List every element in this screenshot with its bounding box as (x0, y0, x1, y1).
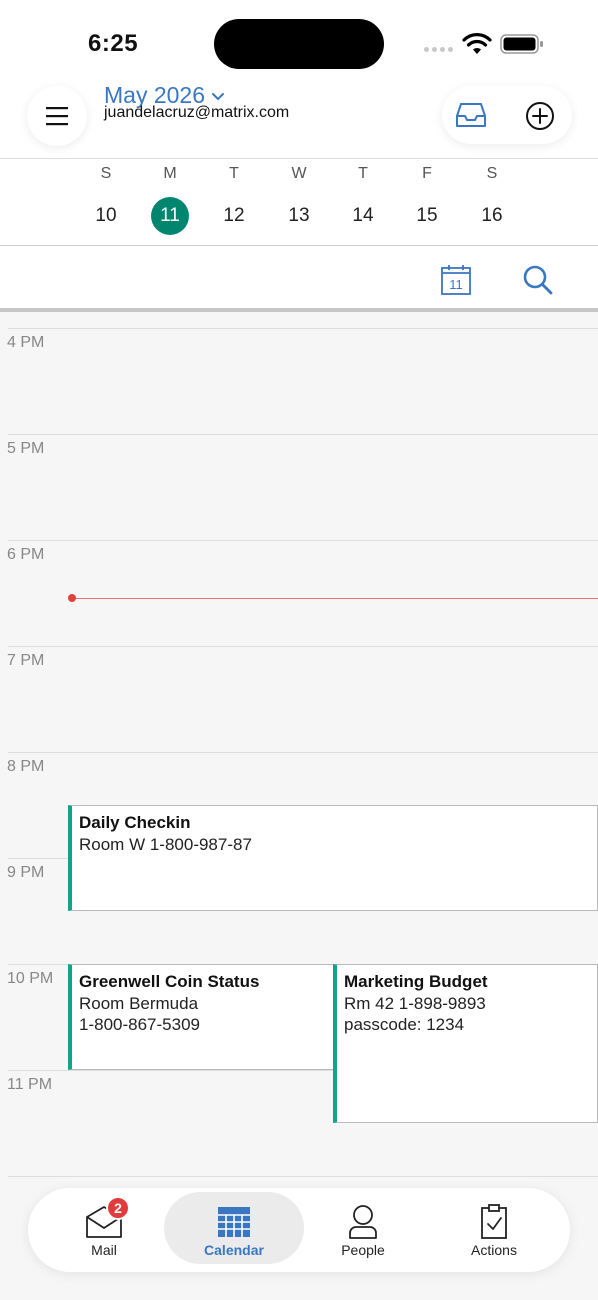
event-title: Daily Checkin (79, 813, 191, 832)
hour-divider (8, 1176, 598, 1177)
dynamic-island (214, 19, 384, 69)
day-number: 12 (223, 205, 245, 226)
status-time: 6:25 (88, 30, 139, 57)
weekday-label: T (358, 165, 368, 182)
hour-label: 7 PM (7, 652, 45, 669)
calendar-tab-icon (214, 1204, 254, 1240)
today-day-number: 11 (449, 277, 463, 292)
unread-badge: 2 (106, 1196, 130, 1220)
calendar-grid-icon (218, 1207, 250, 1237)
day-column[interactable]: S 10 (81, 159, 131, 235)
event-marketing-budget[interactable]: Marketing Budget Rm 42 1-898-9893 passco… (333, 964, 598, 1123)
day-number: 15 (416, 205, 438, 226)
hour-label: 8 PM (7, 758, 45, 775)
hour-divider (8, 752, 598, 753)
tab-actions[interactable]: Actions (424, 1192, 564, 1264)
day-number: 13 (288, 205, 310, 226)
weekday-label: F (422, 165, 432, 182)
tab-mail[interactable]: 2 Mail (34, 1192, 174, 1264)
day-number: 14 (352, 205, 374, 226)
hamburger-menu-icon (46, 107, 68, 126)
inbox-button[interactable] (450, 94, 492, 136)
day-number: 10 (95, 205, 117, 226)
event-title: Greenwell Coin Status (79, 972, 260, 991)
weekday-label: M (163, 165, 177, 182)
wifi-icon (462, 33, 492, 54)
chevron-down-icon (212, 92, 225, 100)
weekday-label: S (100, 165, 112, 182)
account-email: juandelacruz@matrix.com (104, 104, 290, 121)
inbox-tray-icon (456, 103, 486, 127)
event-detail: Room Bermuda 1-800-867-5309 (79, 994, 200, 1034)
day-column[interactable]: W 13 (274, 159, 324, 235)
hour-label: 10 PM (7, 970, 54, 987)
day-column[interactable]: T 14 (338, 159, 388, 235)
day-column[interactable]: F 15 (402, 159, 452, 235)
tab-calendar[interactable]: Calendar (164, 1192, 304, 1264)
day-number: 16 (481, 205, 503, 226)
person-icon (349, 1205, 377, 1239)
tab-label: Calendar (204, 1242, 264, 1258)
day-column[interactable]: S 16 (467, 159, 517, 235)
cellular-signal-icon (424, 47, 453, 52)
day-column[interactable]: T 12 (209, 159, 259, 235)
day-timeline[interactable]: 4 PM 5 PM 6 PM 7 PM 8 PM 9 PM 10 PM 11 P… (0, 316, 598, 1186)
hour-divider (8, 646, 598, 647)
today-calendar-icon[interactable]: 11 (440, 264, 472, 296)
event-detail: Rm 42 1-898-9893 passcode: 1234 (344, 994, 486, 1034)
people-tab-icon (343, 1204, 383, 1240)
event-title: Marketing Budget (344, 972, 488, 991)
tab-label: Actions (471, 1242, 517, 1258)
hour-divider (8, 434, 598, 435)
hour-divider (8, 540, 598, 541)
hour-label: 4 PM (7, 334, 45, 351)
battery-icon (500, 34, 543, 54)
new-event-button[interactable] (518, 94, 562, 138)
menu-button[interactable] (27, 86, 87, 146)
hour-label: 5 PM (7, 440, 45, 457)
hour-label: 6 PM (7, 546, 45, 563)
plus-circle-icon (526, 102, 554, 130)
week-strip: S 10 M 11 T 12 W 13 T 14 F 15 S 16 (0, 158, 598, 246)
tab-label: Mail (91, 1242, 117, 1258)
selected-day-number: 11 (151, 197, 189, 235)
day-column-selected[interactable]: M 11 (145, 159, 195, 235)
tab-people[interactable]: People (293, 1192, 433, 1264)
event-daily-checkin[interactable]: Daily Checkin Room W 1-800-987-87 (68, 805, 598, 911)
bottom-tab-bar: 2 Mail Calendar People Actions (28, 1188, 570, 1272)
weekday-label: S (486, 165, 498, 182)
actions-tab-icon (474, 1204, 514, 1240)
weekday-label: T (229, 165, 239, 182)
hour-divider (8, 328, 598, 329)
event-detail: Room W 1-800-987-87 (79, 835, 252, 854)
hour-label: 9 PM (7, 864, 45, 881)
status-bar: 6:25 (0, 0, 598, 80)
event-greenwell-coin-status[interactable]: Greenwell Coin Status Room Bermuda 1-800… (68, 964, 334, 1070)
search-icon[interactable] (522, 264, 554, 296)
hour-label: 11 PM (7, 1076, 53, 1093)
current-time-line (72, 598, 598, 599)
mail-tab-icon: 2 (84, 1196, 130, 1240)
calendar-toolbar: 11 (0, 246, 598, 312)
clipboard-check-icon (481, 1204, 507, 1239)
weekday-label: W (291, 165, 307, 182)
current-time-dot (68, 594, 76, 602)
tab-label: People (341, 1242, 385, 1258)
calendar-header: May 2026 juandelacruz@matrix.com (0, 80, 598, 158)
